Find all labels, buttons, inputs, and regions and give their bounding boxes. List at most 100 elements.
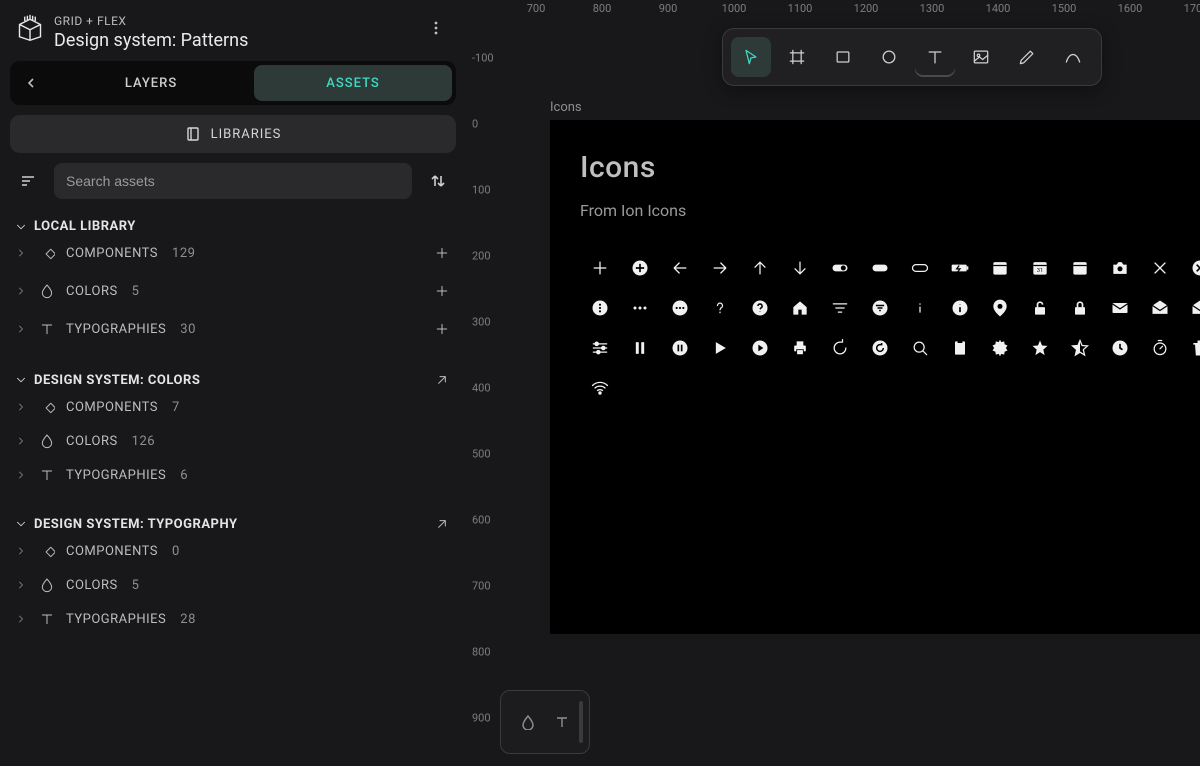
home-icon[interactable] — [780, 288, 820, 328]
add-circle-icon[interactable] — [620, 248, 660, 288]
help-circle-icon[interactable] — [740, 288, 780, 328]
toggle-pill-icon[interactable] — [860, 248, 900, 288]
tab-back-button[interactable] — [14, 66, 48, 100]
library-row[interactable]: COLORS 126 — [10, 424, 456, 458]
star-icon[interactable] — [1020, 328, 1060, 368]
curve-tool[interactable] — [1053, 37, 1093, 77]
trash-icon[interactable] — [1180, 328, 1200, 368]
external-link-icon[interactable] — [432, 514, 452, 534]
close-circle-icon[interactable] — [1180, 248, 1200, 288]
reload-icon[interactable] — [860, 328, 900, 368]
lock-closed-icon[interactable] — [1060, 288, 1100, 328]
ruler-tick: 300 — [472, 316, 491, 329]
pen-tool[interactable] — [1007, 37, 1047, 77]
timer-icon[interactable] — [1140, 328, 1180, 368]
tab-layers[interactable]: LAYERS — [52, 65, 250, 101]
camera-icon[interactable] — [1100, 248, 1140, 288]
options-icon[interactable] — [580, 328, 620, 368]
ruler-tick: 800 — [472, 646, 491, 659]
star-half-icon[interactable] — [1060, 328, 1100, 368]
ellipse-tool[interactable] — [869, 37, 909, 77]
canvas[interactable]: 7008009001000110012001300140015001600170… — [466, 0, 1200, 766]
text-tool[interactable] — [915, 37, 955, 77]
location-icon[interactable] — [980, 288, 1020, 328]
help-icon[interactable] — [700, 288, 740, 328]
more-menu-button[interactable] — [422, 14, 450, 42]
information-icon[interactable] — [900, 288, 940, 328]
project-subtitle: GRID + FLEX — [54, 14, 412, 28]
filter-circle-icon[interactable] — [860, 288, 900, 328]
close-icon[interactable] — [1140, 248, 1180, 288]
refresh-icon[interactable] — [820, 328, 860, 368]
search-assets-input[interactable] — [54, 163, 412, 199]
arrow-down-icon[interactable] — [780, 248, 820, 288]
library-row[interactable]: COLORS 5 — [10, 272, 456, 310]
ellipsis-v-circle-icon[interactable] — [580, 288, 620, 328]
mail-icon[interactable] — [1100, 288, 1140, 328]
tab-assets[interactable]: ASSETS — [254, 65, 452, 101]
library-row[interactable]: TYPOGRAPHIES 6 — [10, 458, 456, 492]
rect-tool[interactable] — [823, 37, 863, 77]
toggle-on-icon[interactable] — [820, 248, 860, 288]
add-button[interactable] — [432, 281, 452, 301]
sort-button[interactable] — [420, 163, 456, 199]
library-section-header[interactable]: DESIGN SYSTEM: TYPOGRAPHY — [10, 514, 456, 534]
play-icon[interactable] — [700, 328, 740, 368]
time-icon[interactable] — [1100, 328, 1140, 368]
library-row[interactable]: COMPONENTS 0 — [10, 534, 456, 568]
mail-open-icon[interactable] — [1140, 288, 1180, 328]
icons-frame[interactable]: Icons From Ion Icons 31 — [550, 120, 1200, 634]
list-filter-button[interactable] — [10, 163, 46, 199]
library-row[interactable]: COLORS 5 — [10, 568, 456, 602]
add-icon[interactable] — [580, 248, 620, 288]
vertical-ruler: -1000100200300400500600700800900 — [466, 24, 500, 766]
canvas-toolbar — [722, 28, 1102, 86]
arrow-back-icon[interactable] — [660, 248, 700, 288]
ellipsis-h-circle-icon[interactable] — [660, 288, 700, 328]
row-label: TYPOGRAPHIES — [66, 468, 166, 483]
floating-style-panel[interactable] — [500, 690, 590, 754]
row-count: 129 — [172, 246, 195, 261]
clipboard-icon[interactable] — [940, 328, 980, 368]
ruler-tick: 800 — [593, 2, 612, 15]
calendar-icon[interactable] — [980, 248, 1020, 288]
libraries-button[interactable]: LIBRARIES — [10, 115, 456, 153]
filter-icon[interactable] — [820, 288, 860, 328]
wifi-icon[interactable] — [580, 368, 620, 408]
library-row[interactable]: TYPOGRAPHIES 30 — [10, 310, 456, 348]
calendar-number-icon[interactable]: 31 — [1020, 248, 1060, 288]
library-section-header[interactable]: LOCAL LIBRARY — [10, 219, 456, 234]
component-icon — [38, 245, 56, 261]
lock-open-icon[interactable] — [1020, 288, 1060, 328]
pause-icon[interactable] — [620, 328, 660, 368]
arrow-forward-icon[interactable] — [700, 248, 740, 288]
ruler-tick: 700 — [472, 580, 491, 593]
ruler-tick: 900 — [472, 712, 491, 725]
print-icon[interactable] — [780, 328, 820, 368]
pause-circle-icon[interactable] — [660, 328, 700, 368]
cursor-tool[interactable] — [731, 37, 771, 77]
toggle-outline-icon[interactable] — [900, 248, 940, 288]
mail-open-2-icon[interactable] — [1180, 288, 1200, 328]
ellipsis-h-icon[interactable] — [620, 288, 660, 328]
frame-name-label[interactable]: Icons — [550, 100, 582, 115]
calendar-blank-icon[interactable] — [1060, 248, 1100, 288]
add-button[interactable] — [432, 319, 452, 339]
library-row[interactable]: COMPONENTS 7 — [10, 390, 456, 424]
color-icon — [38, 433, 56, 449]
add-button[interactable] — [432, 243, 452, 263]
play-circle-icon[interactable] — [740, 328, 780, 368]
library-row[interactable]: TYPOGRAPHIES 28 — [10, 602, 456, 636]
library-section-header[interactable]: DESIGN SYSTEM: COLORS — [10, 370, 456, 390]
settings-icon[interactable] — [980, 328, 1020, 368]
battery-charging-icon[interactable] — [940, 248, 980, 288]
image-tool[interactable] — [961, 37, 1001, 77]
arrow-up-icon[interactable] — [740, 248, 780, 288]
search-icon[interactable] — [900, 328, 940, 368]
frame-tool[interactable] — [777, 37, 817, 77]
external-link-icon[interactable] — [432, 370, 452, 390]
ruler-tick: 1500 — [1052, 2, 1077, 15]
resize-handle[interactable] — [579, 701, 583, 743]
library-row[interactable]: COMPONENTS 129 — [10, 234, 456, 272]
information-circle-icon[interactable] — [940, 288, 980, 328]
